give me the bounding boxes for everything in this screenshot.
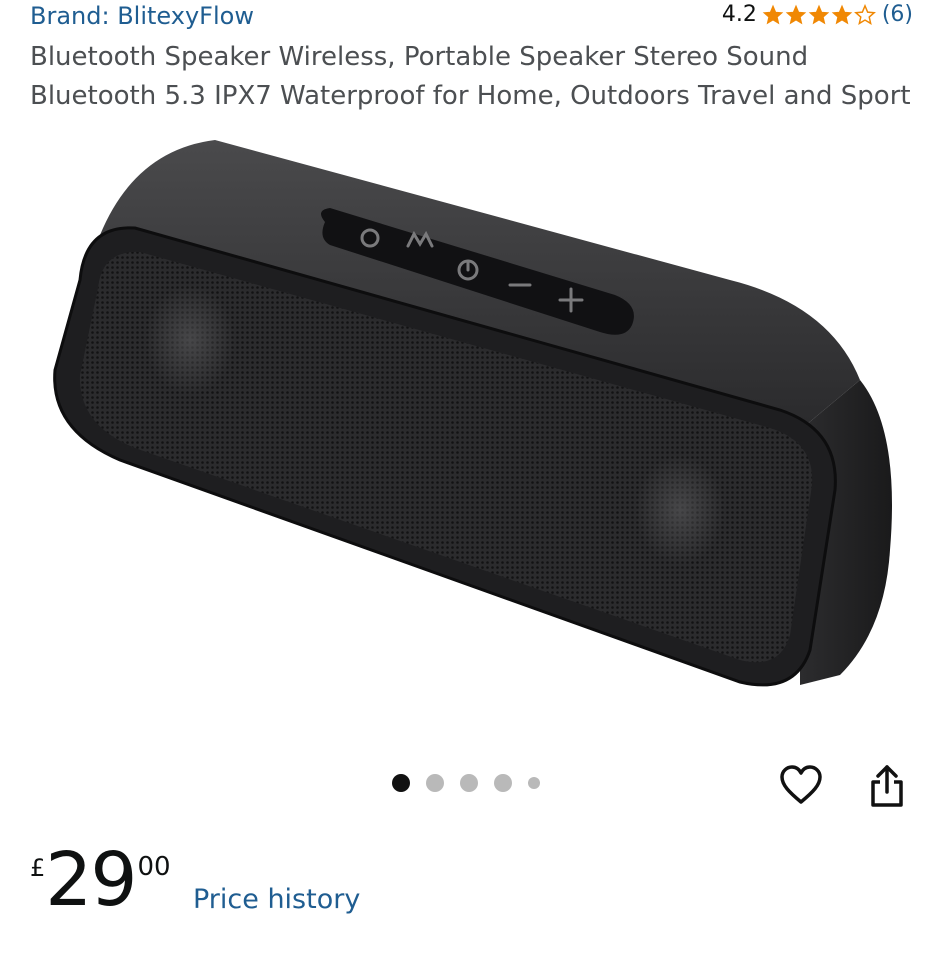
product-title: Bluetooth Speaker Wireless, Portable Spe… [30,42,911,111]
add-to-wishlist-button[interactable] [776,760,826,810]
carousel-dot[interactable] [494,774,512,792]
rating-count[interactable]: (6) [882,2,913,27]
share-icon [871,765,903,807]
brand-link[interactable]: Brand: BlitexyFlow [30,2,254,30]
star-empty-icon [853,3,876,25]
product-price: £ 29 00 [30,840,171,920]
star-full-icon [762,4,784,24]
carousel-dot-active[interactable] [392,774,410,792]
price-fraction: 00 [137,852,171,882]
star-rating [762,3,877,26]
product-image[interactable] [40,130,910,710]
rating-summary[interactable]: 4.2 (6) [722,2,913,27]
carousel-dot[interactable] [528,777,540,789]
star-full-icon [808,4,830,24]
carousel-dot[interactable] [460,774,478,792]
carousel-dot[interactable] [426,774,444,792]
rating-value: 4.2 [721,2,757,27]
image-carousel-indicator[interactable] [392,774,540,792]
price-currency-symbol: £ [30,854,46,882]
price-whole: 29 [45,837,137,923]
star-full-icon [831,4,853,24]
star-full-icon [785,4,807,24]
price-history-link[interactable]: Price history [193,884,360,915]
share-button[interactable] [862,760,912,812]
heart-outline-icon [780,765,822,804]
